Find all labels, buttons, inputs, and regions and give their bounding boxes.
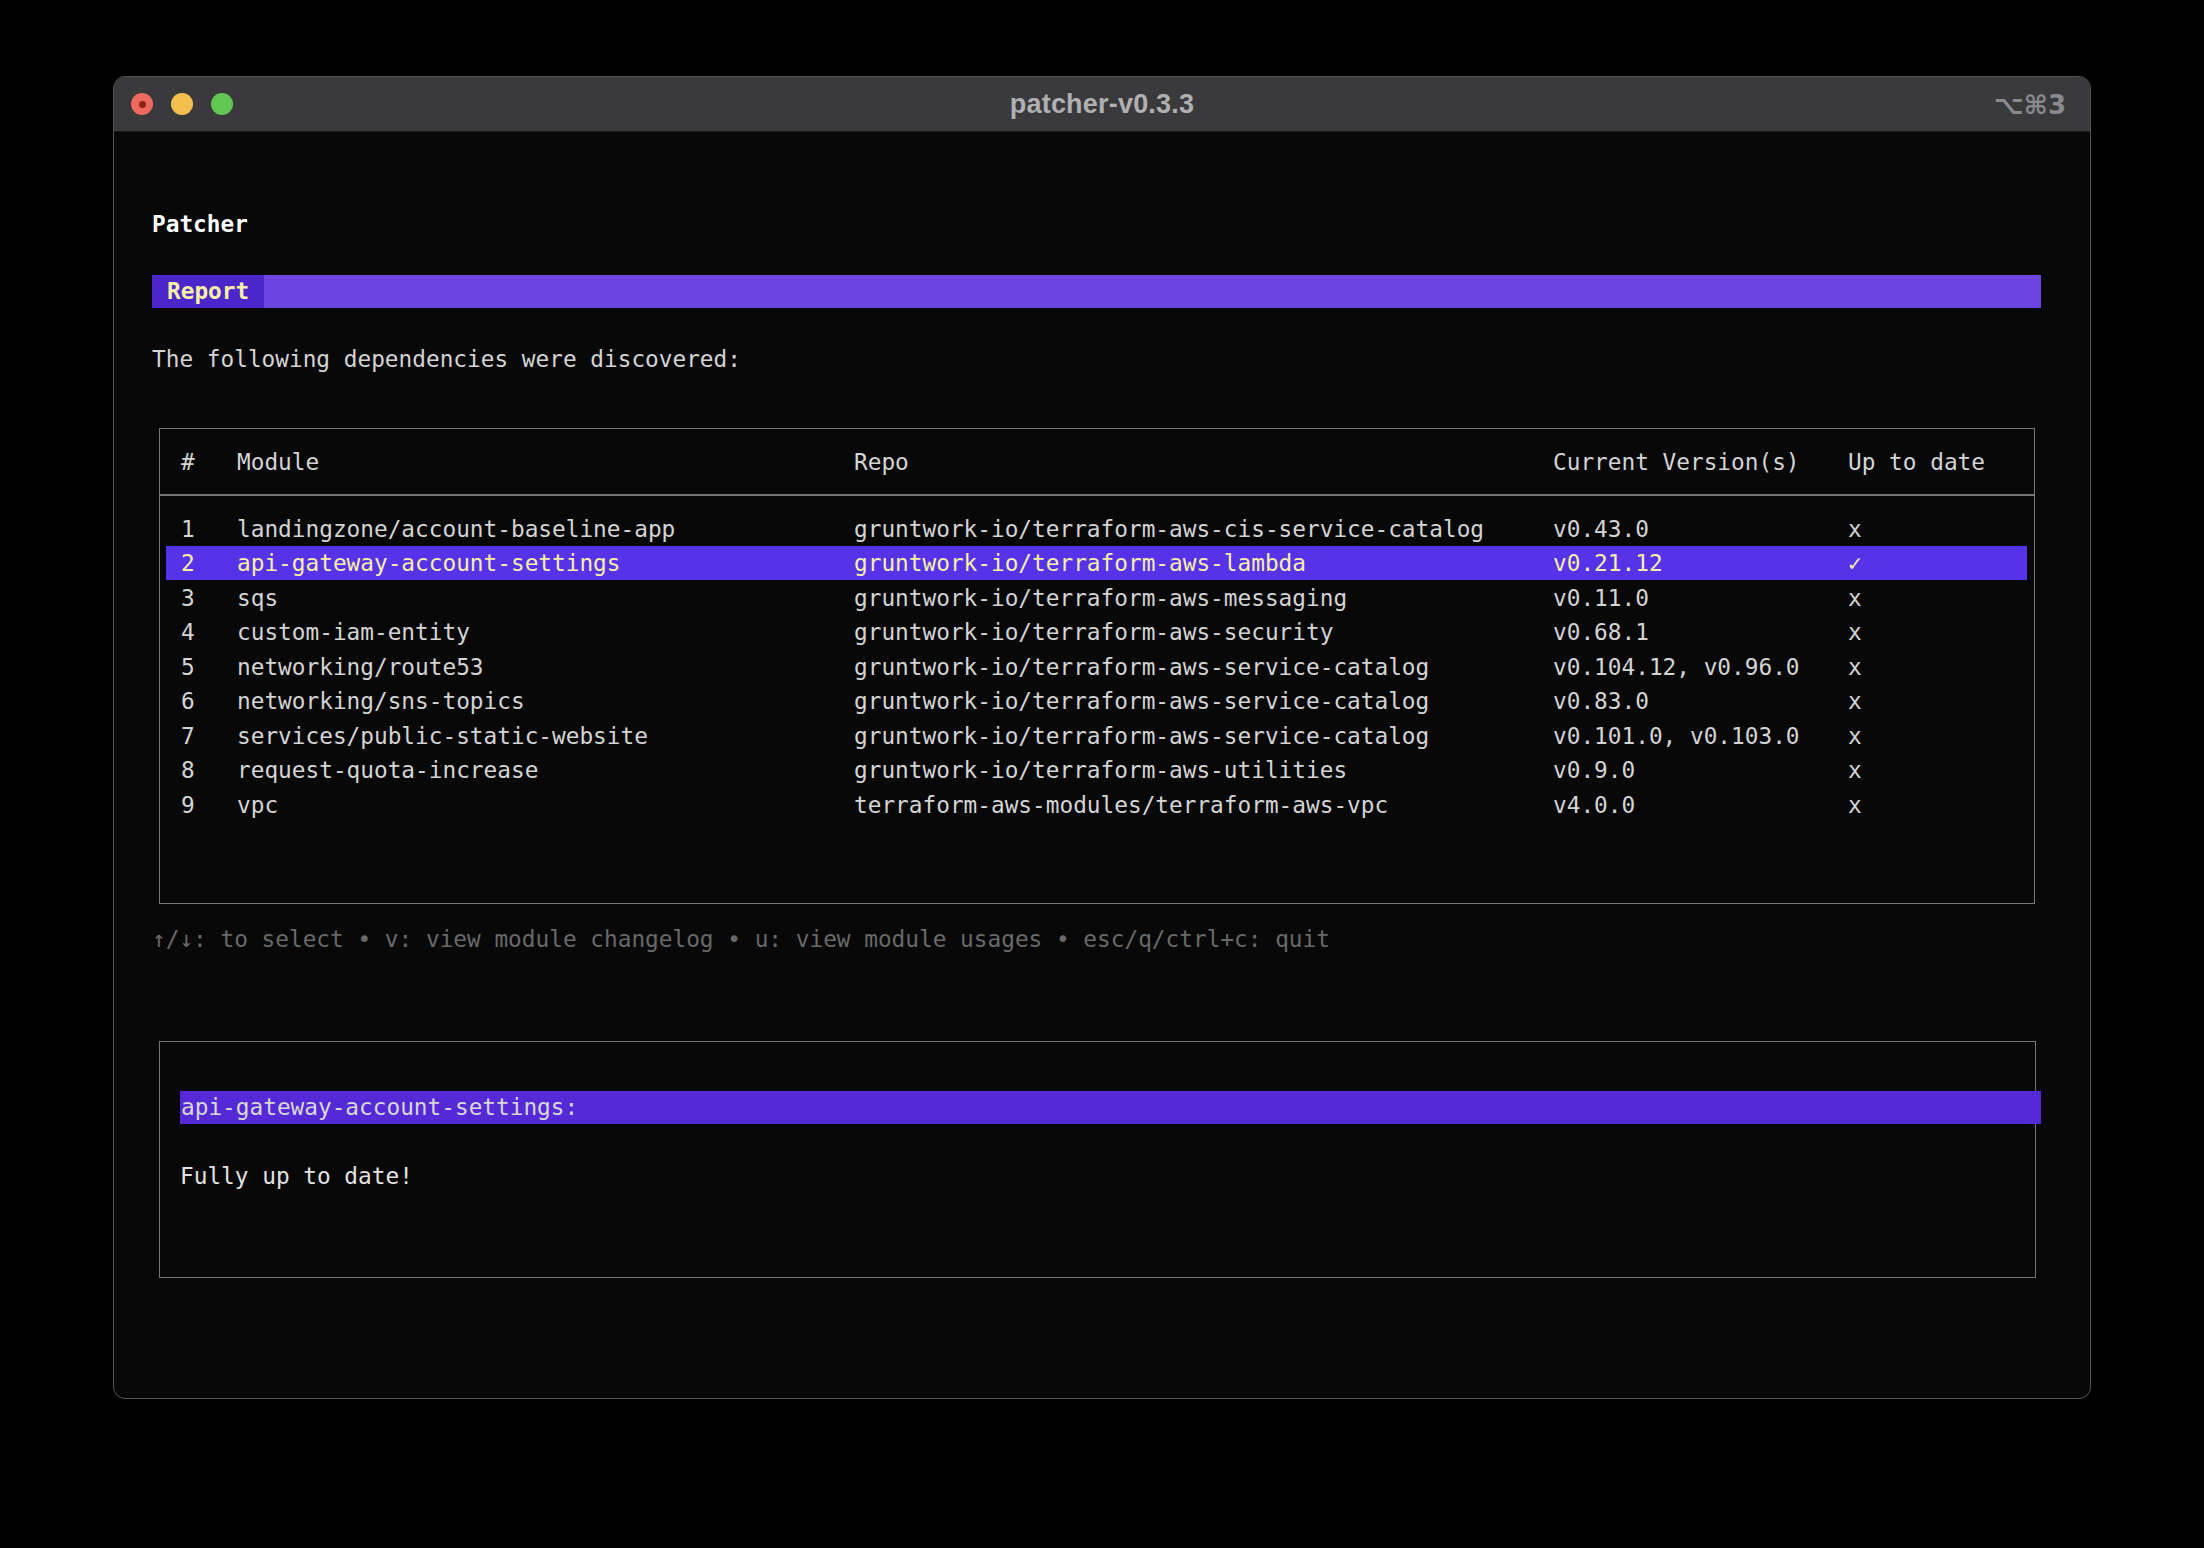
row-repo: gruntwork-io/terraform-aws-service-catal… [854,688,1429,714]
row-repo: gruntwork-io/terraform-aws-utilities [854,757,1347,783]
row-module: networking/route53 [237,654,484,680]
window-title: patcher-v0.3.3 [114,77,2090,132]
row-repo: gruntwork-io/terraform-aws-service-catal… [854,723,1429,749]
intro-text: The following dependencies were discover… [152,346,741,372]
table-row[interactable]: 1 landingzone/account-baseline-app grunt… [166,512,2027,546]
table-row[interactable]: 5 networking/route53 gruntwork-io/terraf… [166,650,2027,684]
row-module: landingzone/account-baseline-app [237,516,675,542]
row-up-to-date: x [1848,723,1862,749]
row-up-to-date: ✓ [1848,550,1862,576]
row-up-to-date: x [1848,792,1862,818]
row-version: v0.21.12 [1553,550,1663,576]
report-tab-label: Report [152,275,264,308]
col-up-to-date: Up to date [1848,449,1985,475]
col-number: # [181,449,195,475]
row-up-to-date: x [1848,757,1862,783]
table-row[interactable]: 9 vpc terraform-aws-modules/terraform-aw… [166,788,2027,822]
row-repo: gruntwork-io/terraform-aws-lambda [854,550,1306,576]
row-module: vpc [237,792,278,818]
row-version: v0.101.0, v0.103.0 [1553,723,1800,749]
help-bar: ↑/↓: to select • v: view module changelo… [152,926,1330,952]
detail-module-title: api-gateway-account-settings: [180,1091,2041,1124]
row-module: request-quota-increase [237,757,538,783]
row-number: 9 [181,792,195,818]
table-row[interactable]: 8 request-quota-increase gruntwork-io/te… [166,753,2027,787]
table-row[interactable]: 3 sqs gruntwork-io/terraform-aws-messagi… [166,581,2027,615]
row-up-to-date: x [1848,619,1862,645]
row-repo: gruntwork-io/terraform-aws-cis-service-c… [854,516,1484,542]
row-number: 6 [181,688,195,714]
table-header: # Module Repo Current Version(s) Up to d… [166,449,2027,475]
row-version: v0.43.0 [1553,516,1649,542]
row-up-to-date: x [1848,688,1862,714]
detail-status-text: Fully up to date! [180,1163,413,1189]
row-version: v0.11.0 [1553,585,1649,611]
row-up-to-date: x [1848,516,1862,542]
title-bar[interactable]: patcher-v0.3.3 ⌥⌘3 [114,77,2090,132]
row-repo: gruntwork-io/terraform-aws-messaging [854,585,1347,611]
col-current-versions: Current Version(s) [1553,449,1800,475]
row-version: v0.104.12, v0.96.0 [1553,654,1800,680]
row-version: v0.68.1 [1553,619,1649,645]
table-row[interactable]: 4 custom-iam-entity gruntwork-io/terrafo… [166,615,2027,649]
row-number: 7 [181,723,195,749]
row-repo: gruntwork-io/terraform-aws-security [854,619,1333,645]
detail-panel [159,1041,2036,1278]
row-number: 1 [181,516,195,542]
row-module: api-gateway-account-settings [237,550,621,576]
row-repo: gruntwork-io/terraform-aws-service-catal… [854,654,1429,680]
row-number: 5 [181,654,195,680]
row-up-to-date: x [1848,654,1862,680]
col-repo: Repo [854,449,909,475]
row-number: 8 [181,757,195,783]
row-module: networking/sns-topics [237,688,525,714]
row-version: v0.9.0 [1553,757,1635,783]
row-number: 2 [181,550,195,576]
row-number: 4 [181,619,195,645]
row-up-to-date: x [1848,585,1862,611]
table-row[interactable]: 2 api-gateway-account-settings gruntwork… [166,546,2027,580]
row-repo: terraform-aws-modules/terraform-aws-vpc [854,792,1388,818]
col-module: Module [237,449,319,475]
row-number: 3 [181,585,195,611]
row-module: services/public-static-website [237,723,648,749]
terminal-window: patcher-v0.3.3 ⌥⌘3 Patcher Report The fo… [113,76,2091,1399]
row-module: custom-iam-entity [237,619,470,645]
row-version: v0.83.0 [1553,688,1649,714]
row-version: v4.0.0 [1553,792,1635,818]
app-title: Patcher [152,211,248,237]
table-row[interactable]: 6 networking/sns-topics gruntwork-io/ter… [166,684,2027,718]
window-shortcut-badge: ⌥⌘3 [1994,77,2066,132]
report-section-bar: Report [152,275,2041,308]
table-row[interactable]: 7 services/public-static-website gruntwo… [166,719,2027,753]
row-module: sqs [237,585,278,611]
table-header-separator [159,494,2035,496]
